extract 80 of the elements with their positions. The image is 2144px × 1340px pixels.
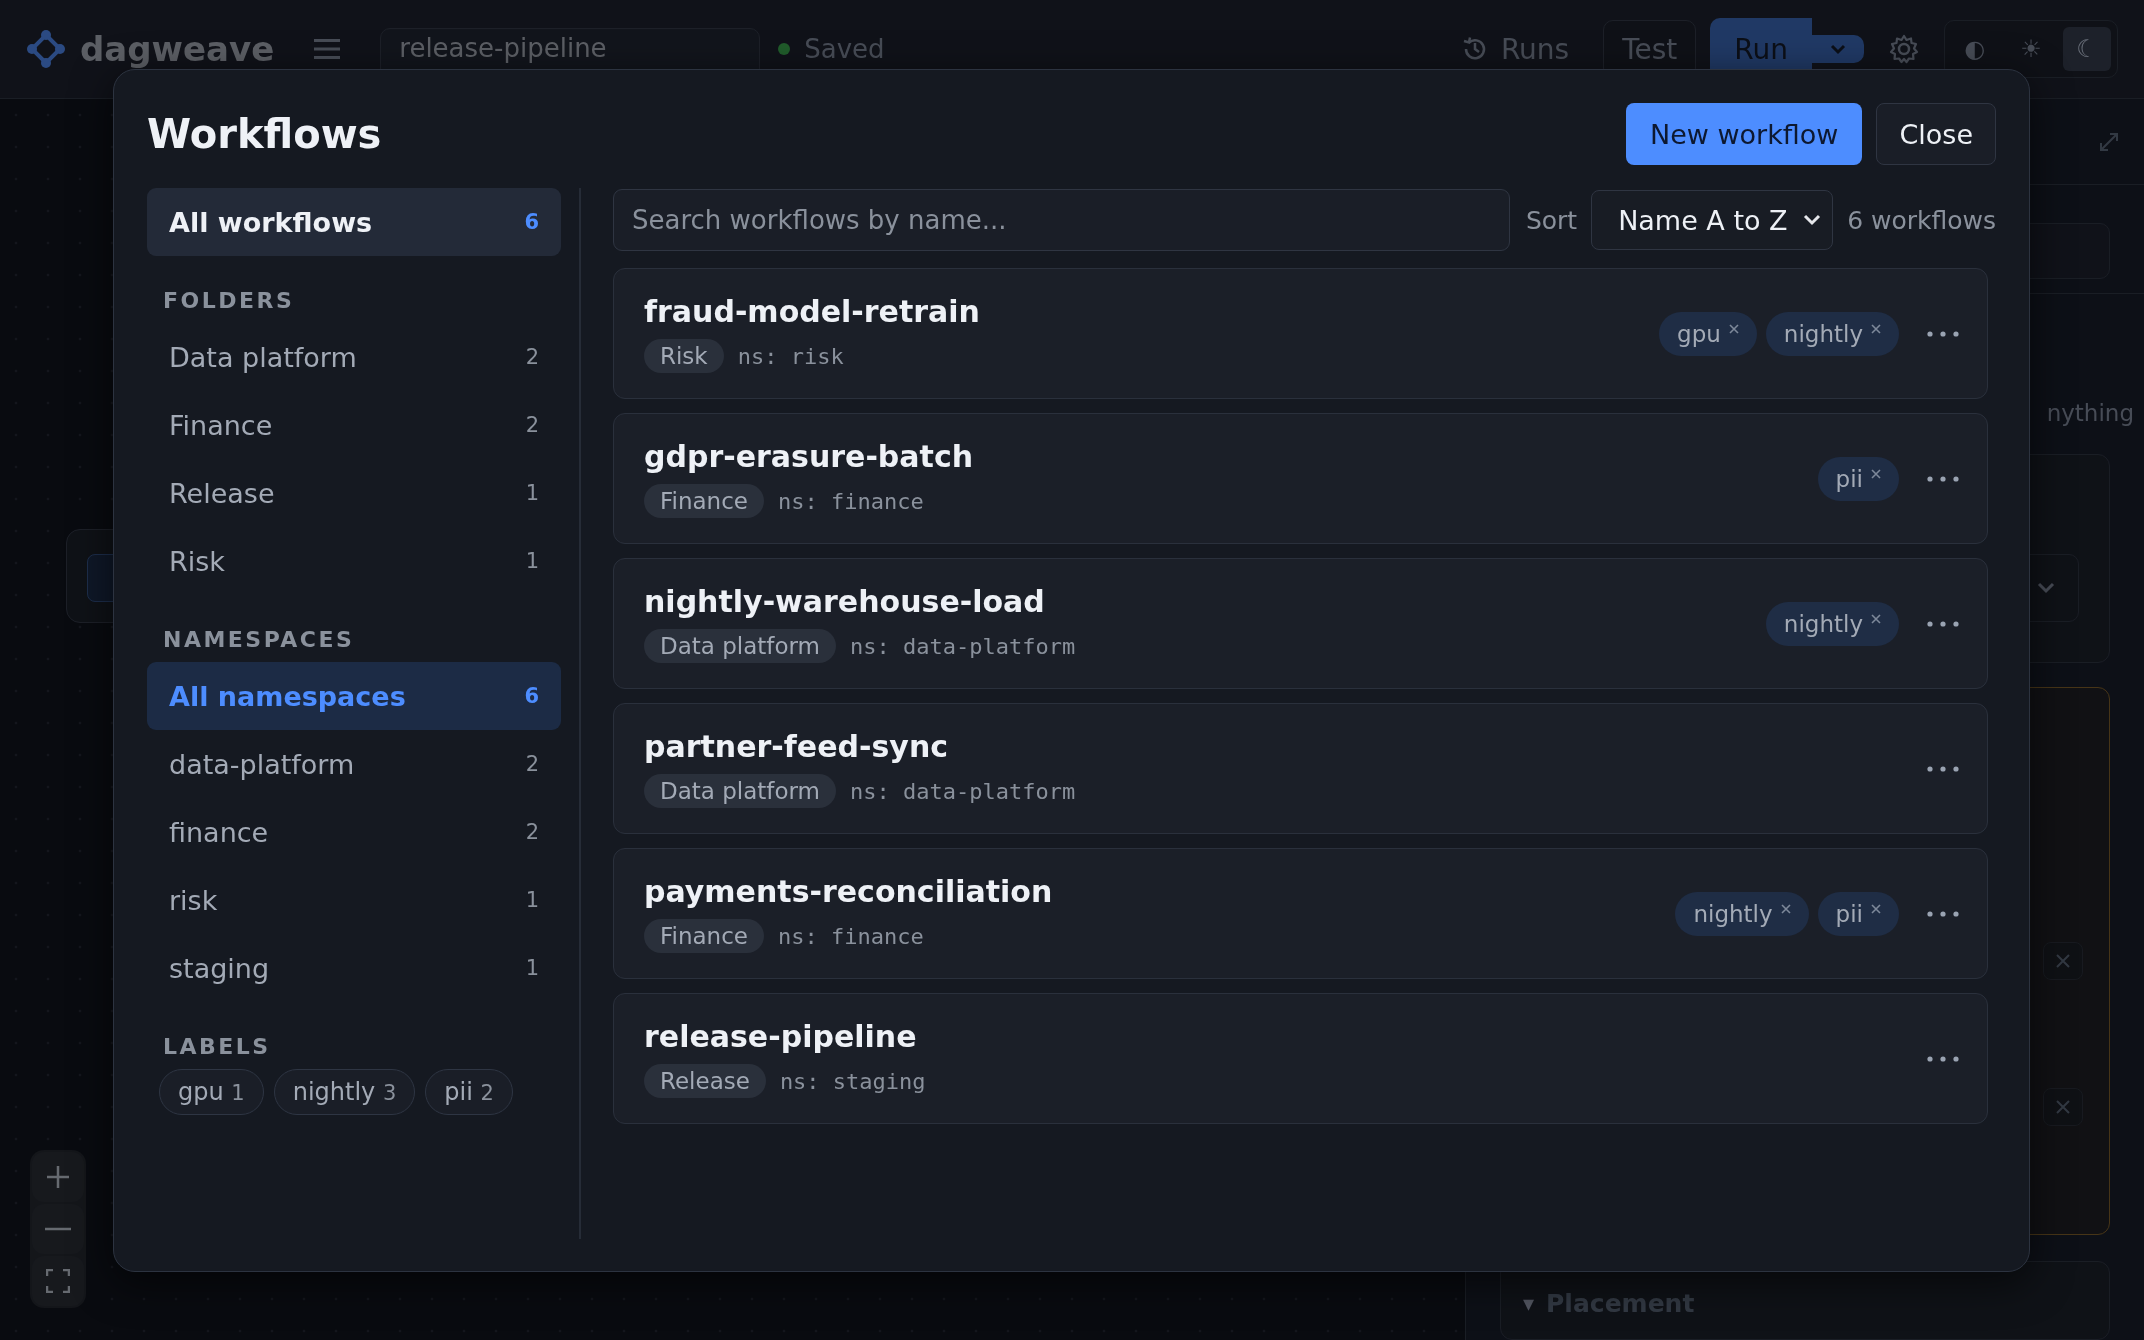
namespace-text: ns: finance xyxy=(778,488,924,514)
workflow-card[interactable]: gdpr-erasure-batch Finance ns: finance pii xyxy=(613,413,1988,544)
fit-view-icon xyxy=(46,1269,70,1293)
sidebar-item[interactable]: All workflows 6 xyxy=(147,188,561,256)
namespace-text: ns: data-platform xyxy=(849,778,1076,804)
remove-icon[interactable] xyxy=(1871,468,1881,479)
more-icon[interactable] xyxy=(1927,765,1959,772)
workflow-name: payments-reconciliation xyxy=(644,874,1054,909)
label-filter-chip[interactable]: pii 2 xyxy=(425,1069,513,1115)
workflow-card[interactable]: payments-reconciliation Finance ns: finance nightly pii xyxy=(613,848,1988,979)
label-tag: nightly xyxy=(1675,891,1809,936)
save-status: Saved xyxy=(804,34,885,64)
menu-icon[interactable] xyxy=(314,38,341,60)
search-field[interactable]: Search workflows by name... xyxy=(613,189,1510,251)
namespace-text: ns: risk xyxy=(737,343,844,369)
namespace-item[interactable]: finance 2 xyxy=(147,798,561,866)
label-tag: nightly xyxy=(1765,311,1899,356)
workflow-card[interactable]: nightly-warehouse-load Data platform ns: data-platform nightly xyxy=(613,558,1988,689)
folder-tag: Finance xyxy=(644,919,764,953)
workflow-card[interactable]: release-pipeline Release ns: staging xyxy=(613,993,1988,1124)
namespace-text: ns: data-platform xyxy=(849,633,1076,659)
sort-select[interactable]: Name A to Z xyxy=(1591,190,1834,250)
brand-name: dagweave xyxy=(80,29,275,69)
label-tag: nightly xyxy=(1765,601,1899,646)
minus-icon xyxy=(45,1227,71,1231)
folder-item[interactable]: Release 1 xyxy=(147,459,561,527)
section-heading: LABELS xyxy=(162,1033,272,1061)
label-tag: gpu xyxy=(1659,311,1757,356)
namespace-item[interactable]: data-platform 2 xyxy=(147,730,561,798)
label-tag: pii xyxy=(1817,891,1899,936)
plus-icon xyxy=(45,1164,71,1190)
workflow-card[interactable]: fraud-model-retrain Risk ns: risk gpu nightly xyxy=(613,268,1988,399)
label-tag: pii xyxy=(1817,456,1899,501)
section-heading: NAMESPACES xyxy=(162,626,356,654)
chevron-icon xyxy=(1802,214,1823,226)
close-icon xyxy=(2055,1098,2071,1115)
remove-icon[interactable] xyxy=(1871,613,1881,624)
namespace-text: ns: finance xyxy=(778,923,924,949)
folder-item[interactable]: Finance 2 xyxy=(147,391,561,459)
more-icon[interactable] xyxy=(1927,910,1959,917)
logo-icon xyxy=(26,29,66,69)
section-heading: FOLDERS xyxy=(162,287,296,315)
folder-tag: Release xyxy=(644,1064,766,1098)
workflow-name: nightly-warehouse-load xyxy=(644,584,1046,619)
more-icon[interactable] xyxy=(1927,1055,1959,1062)
status-dot-icon xyxy=(778,43,791,55)
folder-tag: Finance xyxy=(644,484,764,518)
namespace-item[interactable]: All namespaces 6 xyxy=(147,662,561,730)
folder-tag: Data platform xyxy=(644,774,836,808)
folder-item[interactable]: Data platform 2 xyxy=(147,323,561,391)
remove-icon[interactable] xyxy=(1728,323,1739,334)
namespace-item[interactable]: risk 1 xyxy=(147,866,561,934)
folder-tag: Data platform xyxy=(644,629,836,663)
label-filter-chip[interactable]: nightly 3 xyxy=(273,1069,416,1115)
workflow-card[interactable]: partner-feed-sync Data platform ns: data-platform xyxy=(613,703,1988,834)
close-icon xyxy=(2055,952,2071,969)
remove-icon[interactable] xyxy=(1871,323,1881,334)
settings-icon[interactable] xyxy=(1888,33,1920,65)
folder-tag: Risk xyxy=(644,339,724,373)
caret-icon xyxy=(1829,43,1847,55)
more-icon[interactable] xyxy=(1927,330,1959,337)
folder-item[interactable]: Risk 1 xyxy=(147,527,561,595)
panel-hint: nything xyxy=(2046,400,2134,427)
workflow-name: fraud-model-retrain xyxy=(644,294,981,329)
workflow-name: release-pipeline xyxy=(644,1019,918,1054)
dialog-title: Workflows xyxy=(147,111,382,157)
sort-label: Sort xyxy=(1525,205,1578,235)
workflow-name: partner-feed-sync xyxy=(644,729,950,764)
more-icon[interactable] xyxy=(1927,620,1959,627)
more-icon[interactable] xyxy=(1927,475,1959,482)
new-workflow-button[interactable]: New workflow xyxy=(1626,103,1863,165)
close-button[interactable]: Close xyxy=(1876,103,1996,165)
workflow-name: gdpr-erasure-batch xyxy=(644,439,975,474)
label-filter-chip[interactable]: gpu 1 xyxy=(159,1069,264,1115)
result-count: 6 workflows xyxy=(1847,205,1996,235)
namespace-item[interactable]: staging 1 xyxy=(147,934,561,1002)
remove-icon[interactable] xyxy=(1871,903,1881,914)
remove-icon[interactable] xyxy=(1780,903,1791,914)
chevron-icon xyxy=(2036,581,2056,594)
namespace-text: ns: staging xyxy=(779,1068,926,1094)
